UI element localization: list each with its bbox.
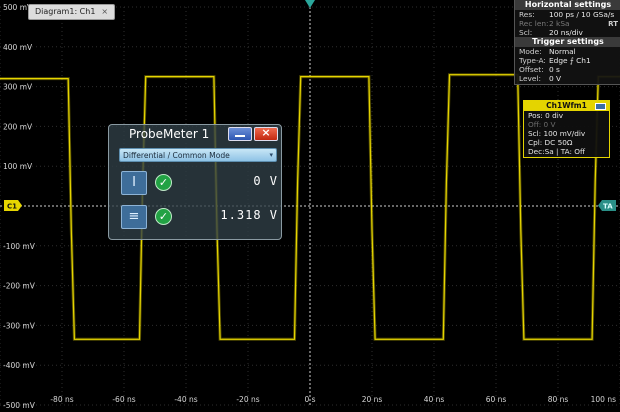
y-tick-label: -400 mV	[3, 361, 36, 370]
y-tick-label: -100 mV	[3, 242, 36, 251]
horizontal-trigger-settings-panel[interactable]: Horizontal settings RT Res: 100 ps / 10 G…	[514, 0, 620, 85]
trigger-settings-key: Level:	[519, 74, 541, 83]
horizontal-settings-row: Rec len: 2 kSa	[515, 19, 620, 28]
y-tick-label: 200 mV	[3, 122, 33, 131]
y-tick-label: 300 mV	[3, 83, 33, 92]
close-button[interactable]: ×	[254, 126, 278, 141]
trigger-settings-key: Offset:	[519, 65, 544, 74]
rt-label: RT	[608, 20, 618, 28]
horizontal-settings-value: 100 ps / 10 GSa/s	[549, 10, 615, 19]
c1-marker-label: C1	[7, 203, 17, 211]
trigger-settings-row: Mode: Normal	[515, 47, 620, 56]
probemeter-dialog[interactable]: ProbeMeter 1 × Differential / Common Mod…	[108, 124, 282, 240]
trigger-settings-row: Level: 0 V	[515, 74, 620, 83]
common-mode-row: ≡ ✓ 1.318 V	[121, 205, 277, 229]
x-tick-label: 60 ns	[486, 395, 507, 404]
probemeter-title: ProbeMeter 1	[129, 127, 210, 141]
trigger-settings-key: Type-A:	[519, 56, 546, 65]
y-tick-label: -500 mV	[3, 401, 36, 410]
horizontal-settings-key: Rec len:	[519, 19, 549, 28]
trigger-settings-row: Type-A: Edge ⨍ Ch1	[515, 56, 620, 65]
channel-panel-row: Scl: 100 mV/div	[528, 129, 586, 138]
channel-info-panel[interactable]: Ch1Wfm1 Pos: 0 div Off: 0 V Scl: 100 mV/di…	[523, 100, 610, 158]
diagram-tab-label: Diagram1: Ch1	[35, 7, 96, 16]
horizontal-settings-key: Scl:	[519, 28, 533, 37]
y-tick-label: -300 mV	[3, 321, 36, 330]
channel-panel-row: Off: 0 V	[528, 120, 556, 129]
horizontal-settings-title: Horizontal settings	[515, 0, 620, 10]
x-tick-label: 0 s	[304, 395, 315, 404]
x-tick-label: -60 ns	[112, 395, 135, 404]
trigger-position-marker	[305, 0, 315, 8]
common-mode-value: 1.318 V	[220, 208, 278, 222]
channel-panel-row: Dec:Sa | TA: Off	[528, 147, 586, 156]
minimize-button[interactable]	[228, 127, 252, 141]
chevron-down-icon: ▾	[269, 151, 273, 159]
check-icon: ✓	[155, 174, 172, 191]
x-tick-label: 40 ns	[424, 395, 445, 404]
trigger-settings-value: Edge ⨍ Ch1	[549, 56, 591, 65]
diagram-tab[interactable]: Diagram1: Ch1 ×	[28, 4, 116, 20]
trigger-settings-value: 0 s	[549, 65, 560, 74]
x-tick-label: 20 ns	[362, 395, 383, 404]
mode-label: Differential / Common Mode	[123, 151, 230, 160]
x-tick-label: -80 ns	[50, 395, 73, 404]
close-icon[interactable]: ×	[101, 7, 108, 16]
horizontal-settings-row: Res: 100 ps / 10 GSa/s	[515, 10, 620, 19]
horizontal-settings-row: Scl: 20 ns/div	[515, 28, 620, 37]
y-tick-label: 100 mV	[3, 162, 33, 171]
trigger-settings-key: Mode:	[519, 47, 542, 56]
close-icon: ×	[261, 126, 271, 139]
trigger-settings-row: Offset: 0 s	[515, 65, 620, 74]
channel-panel-title: Ch1Wfm1	[546, 101, 587, 110]
trigger-settings-value: 0 V	[549, 74, 562, 83]
differential-value: 0 V	[253, 174, 278, 188]
check-icon: ✓	[155, 208, 172, 225]
channel-panel-row: Cpl: DC 50Ω	[528, 138, 573, 147]
y-tick-label: 400 mV	[3, 43, 33, 52]
horizontal-settings-value: 20 ns/div	[549, 28, 583, 37]
common-mode-icon[interactable]: ≡	[121, 205, 147, 229]
minimize-icon[interactable]	[595, 103, 606, 110]
channel-panel-row: Pos: 0 div	[528, 111, 564, 120]
mode-selector[interactable]: Differential / Common Mode ▾	[119, 148, 277, 162]
trigger-level-label: TA	[603, 203, 613, 211]
x-tick-label: -20 ns	[236, 395, 259, 404]
differential-row: I ✓ 0 V	[121, 171, 277, 195]
horizontal-settings-key: Res:	[519, 10, 535, 19]
x-right-label: 100 ns	[591, 395, 616, 404]
x-axis: -80 ns -60 ns -40 ns -20 ns 0 s 20 ns 40 ns 60 …	[50, 395, 616, 404]
trigger-settings-title: Trigger settings	[515, 37, 620, 47]
x-tick-label: 80 ns	[548, 395, 569, 404]
differential-icon[interactable]: I	[121, 171, 147, 195]
y-tick-label: -200 mV	[3, 282, 36, 291]
horizontal-settings-value: 2 kSa	[549, 19, 570, 28]
trigger-settings-value: Normal	[549, 47, 576, 56]
x-tick-label: -40 ns	[174, 395, 197, 404]
